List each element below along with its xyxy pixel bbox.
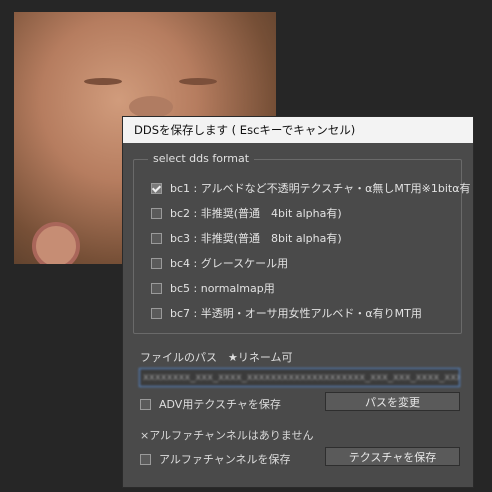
format-option-bc7[interactable]: bc7 : 半透明・オーサ用女性アルベド・α有りMT用 bbox=[151, 305, 422, 321]
checkbox-bc5[interactable] bbox=[151, 282, 162, 294]
dds-format-group: select dds format bc1 : アルベドなど不透明テクスチャ・α… bbox=[133, 152, 470, 334]
alpha-save-label: アルファチャンネルを保存 bbox=[159, 453, 291, 466]
checkbox-bc2[interactable] bbox=[151, 207, 162, 219]
texture-eye-right bbox=[179, 78, 217, 85]
texture-ear bbox=[32, 222, 80, 264]
format-option-label: bc7 : 半透明・オーサ用女性アルベド・α有りMT用 bbox=[170, 307, 422, 320]
change-path-button[interactable]: パスを変更 bbox=[325, 392, 460, 411]
texture-eye-left bbox=[84, 78, 122, 85]
format-option-bc4[interactable]: bc4 : グレースケール用 bbox=[151, 255, 288, 271]
checkbox-bc7[interactable] bbox=[151, 307, 162, 319]
format-option-bc2[interactable]: bc2 : 非推奨(普通 4bit alpha有) bbox=[151, 205, 342, 221]
format-option-bc3[interactable]: bc3 : 非推奨(普通 8bit alpha有) bbox=[151, 230, 342, 246]
format-option-bc1[interactable]: bc1 : アルベドなど不透明テクスチャ・α無しMT用※1bitα有 bbox=[151, 180, 470, 196]
checkbox-bc3[interactable] bbox=[151, 232, 162, 244]
alpha-save-option[interactable]: アルファチャンネルを保存 bbox=[140, 451, 291, 467]
alpha-save-checkbox[interactable] bbox=[140, 453, 151, 465]
format-option-label: bc5 : normalmap用 bbox=[170, 282, 275, 295]
format-group-legend: select dds format bbox=[148, 152, 255, 165]
format-option-label: bc3 : 非推奨(普通 8bit alpha有) bbox=[170, 232, 342, 245]
format-option-bc5[interactable]: bc5 : normalmap用 bbox=[151, 280, 275, 296]
no-alpha-note: ×アルファチャンネルはありません bbox=[140, 429, 314, 442]
save-texture-button[interactable]: テクスチャを保存 bbox=[325, 447, 460, 466]
format-option-label: bc4 : グレースケール用 bbox=[170, 257, 289, 270]
checkbox-bc4[interactable] bbox=[151, 257, 162, 269]
texture-nose bbox=[129, 96, 173, 118]
save-dds-dialog: DDSを保存します ( Escキーでキャンセル) select dds form… bbox=[122, 116, 474, 488]
file-path-input[interactable]: xxxxxxxx_xxx_xxxx_xxxxxxxxxxxxxxxxxxxx_x… bbox=[139, 368, 460, 387]
file-path-label: ファイルのパス ★リネーム可 bbox=[140, 351, 293, 364]
dialog-title: DDSを保存します ( Escキーでキャンセル) bbox=[123, 117, 473, 143]
format-option-label: bc1 : アルベドなど不透明テクスチャ・α無しMT用※1bitα有 bbox=[170, 182, 471, 195]
adv-save-label: ADV用テクスチャを保存 bbox=[159, 398, 281, 411]
adv-save-option[interactable]: ADV用テクスチャを保存 bbox=[140, 396, 281, 412]
checkbox-bc1[interactable] bbox=[151, 182, 162, 194]
format-option-label: bc2 : 非推奨(普通 4bit alpha有) bbox=[170, 207, 342, 220]
adv-save-checkbox[interactable] bbox=[140, 398, 151, 410]
